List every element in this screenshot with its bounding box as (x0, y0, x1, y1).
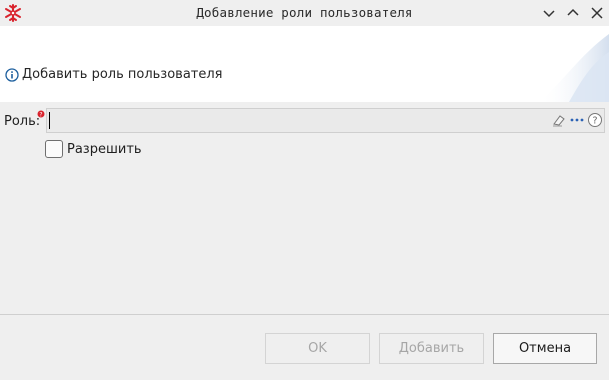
ellipsis-icon[interactable] (569, 112, 585, 128)
role-input[interactable]: ? (46, 108, 605, 133)
allow-checkbox[interactable] (45, 140, 63, 158)
ok-button[interactable]: OK (265, 333, 370, 364)
chevron-up-icon[interactable] (564, 4, 582, 22)
help-icon[interactable]: ? (587, 112, 603, 128)
banner-message: Добавить роль пользователя (5, 67, 223, 82)
header-banner: Добавить роль пользователя (0, 26, 609, 102)
allow-option[interactable]: Разрешить (45, 140, 142, 158)
add-button[interactable]: Добавить (379, 333, 484, 364)
banner-text: Добавить роль пользователя (22, 67, 223, 82)
title-bar: Добавление роли пользователя (0, 0, 609, 26)
info-icon (5, 67, 19, 82)
window-title: Добавление роли пользователя (196, 5, 413, 20)
text-caret (49, 112, 50, 129)
svg-text:?: ? (39, 112, 42, 119)
close-icon[interactable] (588, 4, 606, 22)
cancel-button[interactable]: Отмена (493, 333, 597, 364)
chevron-down-icon[interactable] (540, 4, 558, 22)
field-tools: ? (551, 112, 603, 128)
required-marker-icon: ? (37, 107, 45, 119)
footer-separator (0, 314, 609, 315)
form-area: Роль: ? ? Разрешить (0, 102, 609, 314)
eraser-icon[interactable] (551, 112, 567, 128)
banner-decoration (539, 34, 609, 102)
allow-label[interactable]: Разрешить (67, 142, 142, 157)
svg-text:?: ? (592, 116, 597, 127)
role-label: Роль: (4, 114, 41, 129)
